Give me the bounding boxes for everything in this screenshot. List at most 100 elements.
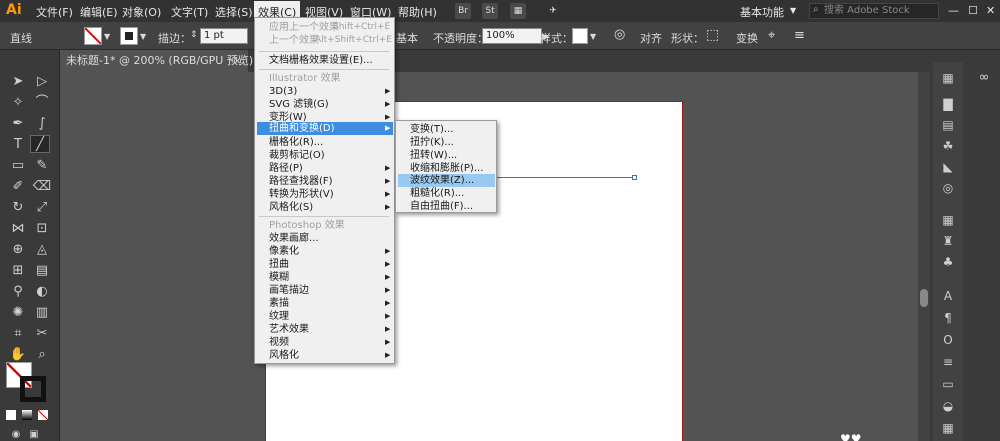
menu-item-effect-gallery[interactable]: 效果画廊... (269, 232, 319, 245)
menu-help[interactable]: 帮助(H) (398, 4, 437, 20)
eraser-icon[interactable]: ⌫ (32, 178, 52, 196)
screen-mode-icon[interactable]: ▣ (24, 426, 44, 441)
menu-item-distort[interactable]: 扭曲 (269, 258, 289, 271)
chevron-down-icon[interactable]: ▼ (104, 32, 110, 41)
close-tab-icon[interactable]: × (233, 50, 242, 72)
stroke-panel-icon[interactable]: ◎ (939, 180, 957, 196)
pathfinder-icon[interactable]: ◒ (939, 398, 957, 414)
color-mode-icon[interactable] (6, 410, 16, 420)
recolor-artwork-icon[interactable]: ◎ (614, 27, 625, 42)
workspace-switcher[interactable]: 基本功能 (740, 4, 784, 20)
search-input[interactable]: 搜索 Adobe Stock (809, 3, 939, 19)
menu-select[interactable]: 选择(S) (215, 4, 253, 20)
menu-item-artistic[interactable]: 艺术效果 (269, 323, 309, 336)
scrollbar-thumb[interactable] (920, 289, 928, 307)
lasso-icon[interactable]: ⌒ (32, 94, 52, 112)
vertical-scrollbar[interactable] (918, 72, 930, 441)
type-tool-icon[interactable]: T (8, 136, 28, 154)
artboard-tool-icon[interactable]: ⌗ (8, 325, 28, 343)
column-graph-icon[interactable]: ▥ (32, 304, 52, 322)
gradient-panel-icon[interactable]: ◣ (939, 159, 957, 175)
stepper-icon[interactable]: ⇕ (190, 30, 198, 40)
paragraph-icon[interactable]: ¶ (939, 310, 957, 326)
transform-panel-icon[interactable]: ▭ (939, 376, 957, 392)
menu-item-path[interactable]: 路径(P) (269, 162, 303, 175)
zoom-tool-icon[interactable]: ⌕ (32, 346, 52, 364)
menu-item-convert-to-shape[interactable]: 转换为形状(V) (269, 188, 334, 201)
gradient-tool-icon[interactable]: ▤ (32, 262, 52, 280)
menu-item-crop-marks[interactable]: 裁剪标记(O) (269, 149, 325, 162)
style-preset-field[interactable]: 基本 (396, 30, 418, 46)
gpu-performance-icon[interactable]: ✈ (545, 3, 561, 19)
artboards-icon[interactable]: ▦ (939, 212, 957, 228)
menu-item-distort-transform[interactable]: 扭曲和变换(D) (269, 122, 335, 135)
submenu-item-pucker-bloat-tweak[interactable]: 扭拧(K)... (410, 136, 454, 149)
menu-item-rasterize[interactable]: 栅格化(R)... (269, 136, 323, 149)
shape-bounds-icon[interactable]: ⬚ (706, 27, 719, 43)
isolate-icon[interactable]: ⌖ (768, 28, 775, 43)
bridge-icon[interactable]: Br (455, 3, 471, 19)
stock-icon[interactable]: St (482, 3, 498, 19)
transparency-icon[interactable]: ▦ (939, 420, 957, 436)
fill-swatch[interactable] (84, 27, 102, 45)
rotate-tool-icon[interactable]: ↻ (8, 199, 28, 217)
shaper-tool-icon[interactable]: ✐ (8, 178, 28, 196)
menu-item-3d[interactable]: 3D(3) (269, 85, 297, 98)
appearance-icon[interactable]: ☘ (939, 138, 957, 154)
symbols-icon[interactable]: ♣ (939, 254, 957, 270)
magic-wand-icon[interactable]: ✧ (8, 94, 28, 112)
arrange-documents-icon[interactable]: ▦ (510, 3, 526, 19)
free-transform-icon[interactable]: ⊡ (32, 220, 52, 238)
layers-icon[interactable]: ▇ (939, 96, 957, 112)
selected-line-path[interactable] (495, 177, 635, 178)
curvature-tool-icon[interactable]: ∫ (32, 115, 52, 133)
rectangle-tool-icon[interactable]: ▭ (8, 157, 28, 175)
opentype-icon[interactable]: O (939, 332, 957, 348)
draw-mode-icon[interactable]: ◉ (6, 426, 26, 441)
close-icon[interactable]: ✕ (986, 4, 995, 17)
submenu-item-transform[interactable]: 变换(T)... (410, 123, 453, 136)
properties-icon[interactable]: ▦ (939, 70, 957, 86)
menu-item-texture[interactable]: 纹理 (269, 310, 289, 323)
character-icon[interactable]: A (939, 288, 957, 304)
brushes-icon[interactable]: ♜ (939, 233, 957, 249)
stroke-color-box[interactable] (20, 376, 46, 402)
menu-item-sketch[interactable]: 素描 (269, 297, 289, 310)
align-panel-icon[interactable]: ≡ (939, 354, 957, 370)
eyedropper-icon[interactable]: ⚲ (8, 283, 28, 301)
cc-libraries-icon[interactable]: ∞ (975, 70, 993, 88)
slice-tool-icon[interactable]: ✂ (32, 325, 52, 343)
submenu-item-zig-zag[interactable]: 波纹效果(Z)... (410, 174, 474, 187)
maximize-icon[interactable]: ☐ (968, 4, 978, 17)
menu-type[interactable]: 文字(T) (171, 4, 208, 20)
perspective-grid-icon[interactable]: ◬ (32, 241, 52, 259)
submenu-item-roughen[interactable]: 粗糙化(R)... (410, 187, 464, 200)
blend-tool-icon[interactable]: ◐ (32, 283, 52, 301)
chevron-down-icon[interactable]: ▼ (590, 32, 596, 41)
symbol-sprayer-icon[interactable]: ✺ (8, 304, 28, 322)
document-tab[interactable]: 未标题-1* @ 200% (RGB/GPU 预览) × (60, 50, 253, 72)
menu-edit[interactable]: 编辑(E) (80, 4, 118, 20)
pen-tool-icon[interactable]: ✒ (8, 115, 28, 133)
direct-selection-tool-icon[interactable]: ▷ (32, 73, 52, 91)
gradient-mode-icon[interactable] (22, 410, 32, 420)
submenu-item-free-distort[interactable]: 自由扭曲(F)... (410, 200, 473, 213)
swatches-icon[interactable]: ▤ (939, 117, 957, 133)
menu-item-pixelate[interactable]: 像素化 (269, 245, 299, 258)
minimize-icon[interactable]: — (948, 4, 959, 17)
chevron-down-icon[interactable]: ▼ (140, 32, 146, 41)
submenu-item-twist[interactable]: 扭转(W)... (410, 149, 457, 162)
menu-item-blur[interactable]: 模糊 (269, 271, 289, 284)
menu-item-brush-strokes[interactable]: 画笔描边 (269, 284, 309, 297)
menu-object[interactable]: 对象(O) (122, 4, 161, 20)
mesh-tool-icon[interactable]: ⊞ (8, 262, 28, 280)
menu-item-ps-stylize[interactable]: 风格化 (269, 349, 299, 362)
graphic-style-swatch[interactable] (572, 28, 588, 44)
align-label[interactable]: 对齐 (640, 30, 662, 46)
menu-item-svg-filters[interactable]: SVG 滤镜(G) (269, 98, 329, 111)
shape-builder-icon[interactable]: ⊕ (8, 241, 28, 259)
panel-menu-icon[interactable]: ≡ (794, 28, 805, 43)
stroke-weight-field[interactable]: 1 pt (200, 28, 248, 44)
paintbrush-icon[interactable]: ✎ (32, 157, 52, 175)
menu-item-stylize[interactable]: 风格化(S) (269, 201, 313, 214)
